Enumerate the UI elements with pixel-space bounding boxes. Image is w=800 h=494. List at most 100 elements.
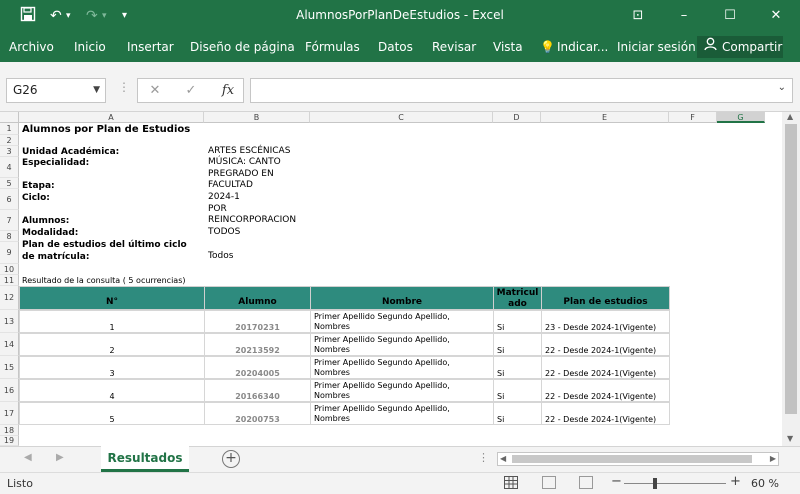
table-cell-plan: 22 - Desde 2024-1(Vigente) xyxy=(541,402,670,425)
zoom-in-button[interactable]: + xyxy=(730,474,741,489)
row-header[interactable]: 11 xyxy=(0,275,19,286)
horizontal-scrollbar[interactable]: ◀ ▶ xyxy=(497,452,779,466)
label-plan-2: de matrícula: xyxy=(22,252,90,262)
tab-diseno-pagina[interactable]: Diseño de página xyxy=(190,40,295,54)
prev-sheet-icon[interactable]: ◀ xyxy=(24,452,32,463)
table-cell-n: 4 xyxy=(19,379,205,402)
table-cell-nombre: Primer Apellido Segundo Apellido, Nombre… xyxy=(310,402,494,425)
row-header[interactable]: 1 xyxy=(0,123,19,135)
restore-button[interactable]: ☐ xyxy=(719,6,741,26)
row-header[interactable]: 8 xyxy=(0,231,19,242)
value-ciclo: 2024-1 xyxy=(208,192,240,202)
add-sheet-button[interactable]: + xyxy=(222,450,240,468)
insert-function-icon[interactable]: fx xyxy=(217,78,239,103)
ribbon-display-icon[interactable]: ⊡ xyxy=(627,6,649,26)
minimize-button[interactable]: – xyxy=(673,6,695,26)
cancel-icon[interactable]: ✕ xyxy=(144,78,166,103)
spreadsheet-grid[interactable]: A B C D E F G 1 2 3 4 5 6 7 8 9 10 11 12… xyxy=(0,112,782,446)
page-layout-view-icon[interactable] xyxy=(542,476,556,489)
tab-revisar[interactable]: Revisar xyxy=(432,40,476,54)
row-header[interactable]: 6 xyxy=(0,189,19,210)
row-header[interactable]: 14 xyxy=(0,333,19,356)
horizontal-scroll-thumb[interactable] xyxy=(512,455,752,463)
tab-datos[interactable]: Datos xyxy=(378,40,413,54)
row-header[interactable]: 9 xyxy=(0,242,19,264)
row-header[interactable]: 13 xyxy=(0,310,19,333)
row-header[interactable]: 4 xyxy=(0,157,19,178)
status-bar: Listo − + 60 % xyxy=(0,472,800,494)
tab-archivo[interactable]: Archivo xyxy=(9,40,54,54)
share-label: Compartir xyxy=(722,40,783,54)
select-all-corner[interactable] xyxy=(0,112,19,123)
formula-input[interactable]: ⌄ xyxy=(250,78,793,103)
sheet-tab-resultados[interactable]: Resultados xyxy=(101,446,189,472)
tab-splitter-icon[interactable]: ⋮ xyxy=(478,451,489,464)
nombre-line-2: Nombres xyxy=(314,391,350,400)
table-cell-nombre: Primer Apellido Segundo Apellido, Nombre… xyxy=(310,310,494,333)
table-header-nombre: Nombre xyxy=(310,286,494,310)
expand-formula-icon[interactable]: ⌄ xyxy=(778,82,786,93)
zoom-slider-track[interactable] xyxy=(624,483,726,484)
row-header[interactable]: 12 xyxy=(0,286,19,310)
row-header[interactable]: 17 xyxy=(0,402,19,425)
tab-vista[interactable]: Vista xyxy=(493,40,523,54)
normal-view-icon[interactable] xyxy=(504,476,518,489)
table-cell-alumno: 20166340 xyxy=(204,379,311,402)
formula-bar-splitter[interactable]: ⋮ xyxy=(118,80,130,94)
tell-me-input[interactable]: Indicar... xyxy=(557,40,608,54)
zoom-slider-thumb[interactable] xyxy=(653,478,657,489)
sheet-tab-bar: ◀ ▶ Resultados + ⋮ ◀ ▶ xyxy=(0,446,800,472)
row-header[interactable]: 2 xyxy=(0,135,19,146)
zoom-level[interactable]: 60 % xyxy=(751,477,779,490)
nombre-line-1: Primer Apellido Segundo Apellido, xyxy=(314,312,450,321)
table-cell-n: 3 xyxy=(19,356,205,379)
label-alumnos: Alumnos: xyxy=(22,216,70,226)
vertical-scroll-thumb[interactable] xyxy=(785,124,797,414)
vertical-scrollbar[interactable]: ▲ ▼ xyxy=(782,112,800,446)
table-header-n: N° xyxy=(19,286,205,310)
row-header[interactable]: 7 xyxy=(0,210,19,231)
row-header[interactable]: 16 xyxy=(0,379,19,402)
table-cell-plan: 23 - Desde 2024-1(Vigente) xyxy=(541,310,670,333)
row-header[interactable]: 3 xyxy=(0,146,19,157)
column-header-b[interactable]: B xyxy=(204,112,310,123)
title-bar: ↶ ▾ ↷ ▾ ▾ AlumnosPorPlanDeEstudios - Exc… xyxy=(0,0,800,34)
scroll-right-icon[interactable]: ▶ xyxy=(770,454,776,463)
sign-in-link[interactable]: Iniciar sesión xyxy=(617,40,696,54)
row-header[interactable]: 15 xyxy=(0,356,19,379)
report-title: Alumnos por Plan de Estudios xyxy=(22,124,191,135)
share-button[interactable]: Compartir xyxy=(697,36,783,58)
name-box[interactable]: G26 ▼ xyxy=(6,78,106,103)
label-especialidad: Especialidad: xyxy=(22,158,90,168)
chevron-down-icon[interactable]: ▼ xyxy=(93,79,100,102)
enter-icon[interactable]: ✓ xyxy=(180,78,202,103)
column-header-d[interactable]: D xyxy=(493,112,541,123)
table-header-plan: Plan de estudios xyxy=(541,286,670,310)
tab-insertar[interactable]: Insertar xyxy=(127,40,174,54)
scroll-left-icon[interactable]: ◀ xyxy=(500,454,506,463)
column-header-c[interactable]: C xyxy=(310,112,493,123)
column-header-f[interactable]: F xyxy=(669,112,717,123)
row-header[interactable]: 5 xyxy=(0,178,19,189)
table-cell-nombre: Primer Apellido Segundo Apellido, Nombre… xyxy=(310,333,494,356)
column-header-g[interactable]: G xyxy=(717,112,765,123)
value-alumnos-1: POR xyxy=(208,204,227,214)
scroll-up-icon[interactable]: ▲ xyxy=(787,112,793,121)
scroll-down-icon[interactable]: ▼ xyxy=(787,434,793,443)
next-sheet-icon[interactable]: ▶ xyxy=(56,452,64,463)
close-button[interactable]: ✕ xyxy=(765,6,787,26)
tab-inicio[interactable]: Inicio xyxy=(74,40,106,54)
row-header[interactable]: 19 xyxy=(0,436,19,446)
table-cell-matriculado: Si xyxy=(493,402,542,425)
person-icon xyxy=(704,37,717,58)
table-cell-plan: 22 - Desde 2024-1(Vigente) xyxy=(541,379,670,402)
column-header-a[interactable]: A xyxy=(19,112,204,123)
column-header-e[interactable]: E xyxy=(541,112,669,123)
row-header[interactable]: 10 xyxy=(0,264,19,275)
zoom-out-button[interactable]: − xyxy=(611,474,622,489)
nombre-line-2: Nombres xyxy=(314,322,350,331)
table-header-alumno: Alumno xyxy=(204,286,311,310)
tab-formulas[interactable]: Fórmulas xyxy=(305,40,360,54)
row-header[interactable]: 18 xyxy=(0,425,19,436)
page-break-view-icon[interactable] xyxy=(579,476,593,489)
